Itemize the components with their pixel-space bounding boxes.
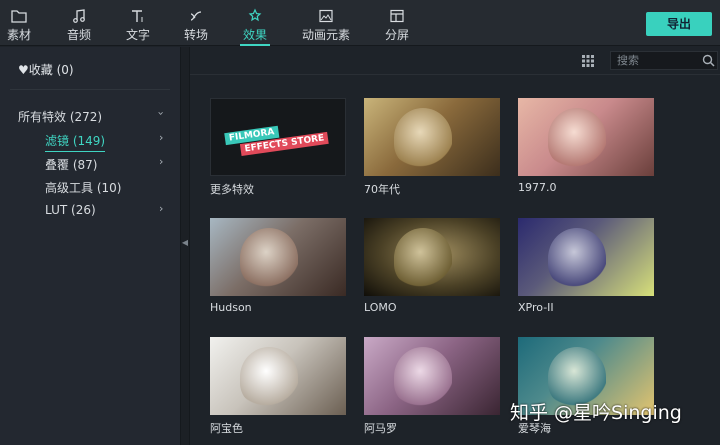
effect-tile-more[interactable]: FILMORA EFFECTS STORE 更多特效 (210, 98, 346, 197)
effect-label: 阿宝色 (210, 422, 243, 435)
effect-tile[interactable]: 70年代 (364, 98, 500, 197)
grid-view-icon[interactable] (582, 55, 594, 67)
effect-label: 1977.0 (518, 181, 557, 194)
tab-split-screen[interactable]: 分屏 (374, 6, 420, 44)
search-icon[interactable] (702, 54, 715, 67)
chevron-down-icon[interactable]: › (155, 111, 168, 115)
effects-panel: 搜索 FILMORA EFFECTS STORE 更多特效 70年代 1977.… (190, 47, 720, 445)
effect-tile[interactable]: XPro-II (518, 218, 654, 314)
effect-tile[interactable]: 1977.0 (518, 98, 654, 194)
effect-thumbnail (210, 218, 346, 296)
chevron-right-icon[interactable]: › (159, 202, 163, 215)
tab-label: 素材 (6, 28, 31, 42)
effect-label: LOMO (364, 301, 397, 314)
tab-audio[interactable]: 音频 (56, 6, 102, 44)
effect-label: Hudson (210, 301, 252, 314)
music-note-icon (71, 8, 87, 24)
effect-tile[interactable]: 阿宝色 (210, 337, 346, 436)
chevron-right-icon[interactable]: › (159, 155, 163, 168)
tab-text[interactable]: 文字 (115, 6, 161, 44)
effect-label: XPro-II (518, 301, 554, 314)
category-advanced-tools[interactable]: 高级工具 (10) (45, 179, 121, 196)
tab-label: 动画元素 (301, 28, 350, 42)
chevron-right-icon[interactable]: › (159, 131, 163, 144)
effect-tile[interactable]: Hudson (210, 218, 346, 314)
category-filters[interactable]: 滤镜 (149) (45, 132, 106, 152)
category-lut[interactable]: LUT (26) (45, 203, 96, 217)
effect-label: 阿马罗 (364, 422, 397, 435)
effect-thumbnail (210, 337, 346, 415)
divider (10, 89, 170, 90)
top-toolbar: 素材 音频 文字 转场 效果 动画元素 分屏 导出 (0, 0, 720, 46)
effect-thumbnail (364, 98, 500, 176)
image-icon (318, 8, 334, 24)
tab-label: 文字 (125, 28, 150, 42)
watermark: 知乎 @星吟Singing (510, 402, 682, 424)
favorites-item[interactable]: ♥收藏 (0) (18, 61, 74, 78)
effect-thumbnail (364, 337, 500, 415)
split-screen-icon (389, 8, 405, 24)
effect-thumbnail (518, 98, 654, 176)
tab-effects[interactable]: 效果 (232, 6, 278, 46)
effect-thumbnail (364, 218, 500, 296)
effect-label: 更多特效 (210, 183, 254, 196)
transition-icon (188, 8, 204, 24)
text-icon (130, 8, 146, 24)
tab-elements[interactable]: 动画元素 (298, 6, 354, 44)
category-all-effects[interactable]: 所有特效 (272) (18, 108, 102, 125)
store-banner: FILMORA EFFECTS STORE (223, 112, 330, 158)
folder-icon (11, 8, 27, 24)
effect-label: 70年代 (364, 183, 400, 196)
tab-label: 分屏 (384, 28, 409, 42)
tab-media[interactable]: 素材 (0, 6, 42, 44)
effect-tile[interactable]: 阿马罗 (364, 337, 500, 436)
effect-thumbnail: FILMORA EFFECTS STORE (210, 98, 346, 176)
tab-label: 音频 (66, 28, 91, 42)
tab-label: 效果 (242, 28, 267, 42)
export-button[interactable]: 导出 (646, 12, 712, 36)
category-overlays[interactable]: 叠覆 (87) (45, 156, 97, 173)
panel-topbar: 搜索 (190, 47, 720, 75)
tab-label: 转场 (183, 28, 208, 42)
collapse-arrow-icon[interactable]: ◀ (181, 238, 189, 248)
effects-icon (247, 8, 263, 24)
effect-thumbnail (518, 218, 654, 296)
effect-tile[interactable]: LOMO (364, 218, 500, 314)
tab-transitions[interactable]: 转场 (173, 6, 219, 44)
category-sidebar: ♥收藏 (0) 所有特效 (272) › 滤镜 (149) › 叠覆 (87) … (0, 47, 180, 445)
